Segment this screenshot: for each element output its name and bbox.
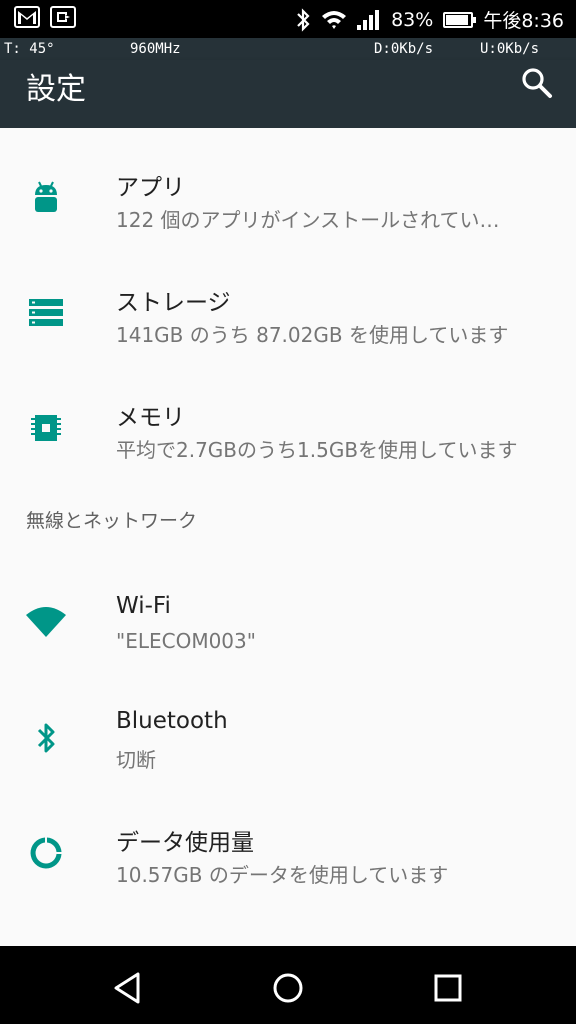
back-button[interactable]: [108, 968, 148, 1008]
signal-icon: [357, 9, 380, 30]
settings-item-summary: 切断: [116, 748, 156, 772]
status-bar: 83% 午後8:36: [0, 0, 576, 38]
settings-item-title: ストレージ: [116, 290, 231, 316]
page-title: 設定: [26, 72, 86, 107]
recents-button[interactable]: [428, 968, 468, 1008]
download-speed: D:0Kb/s: [374, 41, 434, 57]
settings-list: アプリ 122 個のアプリがインストールされてい… ストレージ 141GB のう…: [0, 128, 576, 946]
cpu-frequency: 960MHz: [130, 41, 181, 57]
settings-item-title: データ使用量: [116, 830, 254, 856]
android-icon: [24, 176, 68, 220]
home-button[interactable]: [268, 968, 308, 1008]
battery-percent: 83%: [391, 8, 434, 31]
settings-item-title: Bluetooth: [116, 708, 228, 734]
settings-item-wifi[interactable]: Wi-Fi "ELECOM003": [0, 573, 576, 673]
category-header: 無線とネットワーク: [26, 510, 198, 532]
storage-icon: [24, 291, 68, 335]
clock: 午後8:36: [483, 10, 564, 32]
performance-overlay: T: 45° 960MHz D:0Kb/s U:0Kb/s: [0, 38, 576, 60]
settings-item-summary: 10.57GB のデータを使用しています: [116, 863, 449, 887]
settings-item-summary: 141GB のうち 87.02GB を使用しています: [116, 323, 509, 347]
wifi-icon: [24, 599, 68, 643]
settings-item-bluetooth[interactable]: Bluetooth 切断: [0, 688, 576, 788]
settings-item-storage[interactable]: ストレージ 141GB のうち 87.02GB を使用しています: [0, 263, 576, 363]
sync-icon: [50, 6, 76, 28]
settings-item-memory[interactable]: メモリ 平均で2.7GBのうち1.5GBを使用しています: [0, 378, 576, 478]
bluetooth-icon: [24, 716, 68, 760]
app-bar: 設定: [0, 60, 576, 128]
cpu-temperature: T: 45°: [4, 41, 55, 57]
memory-icon: [24, 406, 68, 450]
upload-speed: U:0Kb/s: [480, 41, 540, 57]
settings-item-data-usage[interactable]: データ使用量 10.57GB のデータを使用しています: [0, 803, 576, 903]
data-usage-icon: [24, 831, 68, 875]
settings-item-title: アプリ: [116, 175, 185, 201]
settings-item-title: Wi-Fi: [116, 593, 171, 619]
wifi-icon: [322, 10, 347, 29]
settings-item-summary: 平均で2.7GBのうち1.5GBを使用しています: [116, 438, 518, 462]
settings-item-title: メモリ: [116, 405, 185, 431]
settings-item-apps[interactable]: アプリ 122 個のアプリがインストールされてい…: [0, 148, 576, 248]
battery-icon: [443, 11, 477, 28]
bluetooth-icon: [297, 7, 310, 32]
settings-item-summary: "ELECOM003": [116, 629, 256, 653]
settings-item-summary: 122 個のアプリがインストールされてい…: [116, 208, 500, 232]
gmail-icon: [14, 6, 40, 28]
search-icon[interactable]: [520, 66, 554, 100]
navigation-bar: [0, 946, 576, 1024]
